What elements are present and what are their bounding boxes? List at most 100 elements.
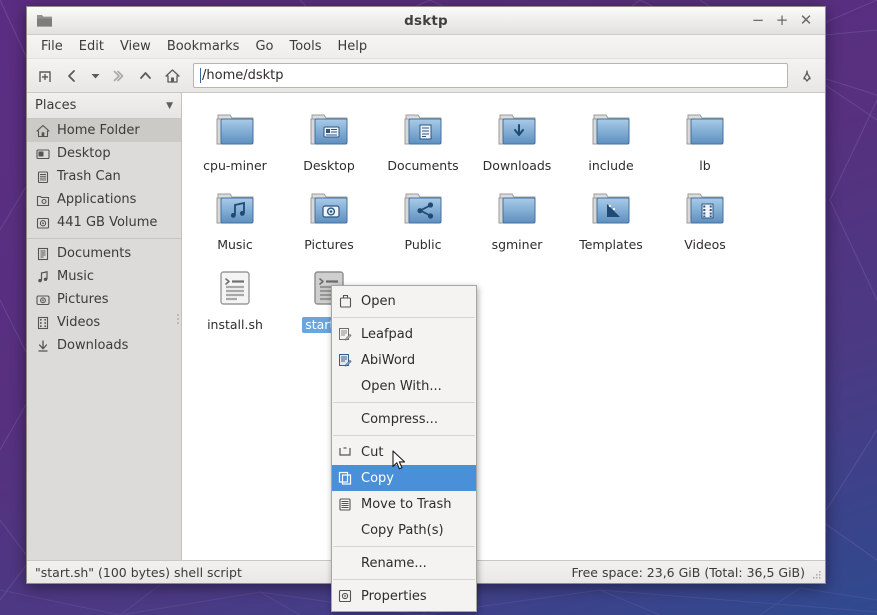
context-menu-item-label: Copy Path(s) [361,523,444,538]
menu-edit[interactable]: Edit [71,37,112,56]
sidebar-item-label: Videos [57,315,100,330]
document-icon [35,246,51,262]
context-menu-item-compress[interactable]: Compress... [332,406,476,432]
folder-icon [587,184,635,232]
parent-folder-icon[interactable] [133,64,157,88]
file-item-lb[interactable]: lb [658,101,752,180]
window-resize-grip[interactable] [812,570,822,580]
home-icon [35,123,51,139]
context-menu-item-label: Compress... [361,412,438,427]
context-menu-item-open[interactable]: Open [332,288,476,314]
down-arrow-icon[interactable] [795,64,819,88]
status-selection-info: "start.sh" (100 bytes) shell script [35,565,242,580]
menu-bookmarks[interactable]: Bookmarks [159,37,248,56]
context-menu-item-abiword[interactable]: AbiWord [332,347,476,373]
context-menu-item-cut[interactable]: Cut [332,439,476,465]
context-menu-item-move-to-trash[interactable]: Move to Trash [332,491,476,517]
file-name: Public [402,237,445,253]
context-menu-divider [333,402,475,403]
sidebar-resize-grip[interactable] [176,308,180,330]
chevron-down-icon[interactable]: ▼ [166,101,173,111]
sidebar-item-downloads[interactable]: Downloads [27,334,181,357]
trash-icon [336,496,354,512]
home-icon[interactable] [160,64,184,88]
menu-tools[interactable]: Tools [281,37,329,56]
toolbar: /home/dsktp [27,59,825,93]
back-icon[interactable] [60,64,84,88]
places-header-label: Places [35,98,76,113]
file-name: Downloads [480,158,555,174]
sidebar-item-videos[interactable]: Videos [27,311,181,334]
maximize-button[interactable]: + [771,11,793,31]
context-menu-item-label: Cut [361,445,383,460]
folder-icon [587,105,635,153]
context-menu-item-label: Move to Trash [361,497,452,512]
desktop-icon [35,146,51,162]
menu-file[interactable]: File [33,37,71,56]
file-name: include [585,158,636,174]
context-menu-item-open-with[interactable]: Open With... [332,373,476,399]
context-menu-item-copy[interactable]: Copy [332,465,476,491]
sidebar-item-music[interactable]: Music [27,265,181,288]
file-name: Pictures [301,237,357,253]
context-menu-item-label: Open [361,294,396,309]
context-menu-item-copy-paths[interactable]: Copy Path(s) [332,517,476,543]
trash-icon [35,169,51,185]
file-item-downloads[interactable]: Downloads [470,101,564,180]
context-menu-item-properties[interactable]: Properties [332,583,476,609]
new-tab-icon[interactable] [33,64,57,88]
file-name: Music [214,237,256,253]
cut-icon [336,444,354,460]
sidebar-item-label: Trash Can [57,169,121,184]
places-sidebar: Places ▼ Home Folder Desktop Trash C [27,93,182,560]
menu-view[interactable]: View [112,37,159,56]
file-list-area[interactable]: cpu-miner Desktop [182,93,825,560]
history-dropdown-icon[interactable] [87,64,103,88]
close-button[interactable]: ✕ [795,11,817,31]
status-free-space: Free space: 23,6 GiB (Total: 36,5 GiB) [571,565,817,580]
context-menu-item-leafpad[interactable]: Leafpad [332,321,476,347]
context-menu: Open Leafpad AbiWord Open With... Compre… [331,285,477,612]
file-item-install-sh[interactable]: install.sh [188,260,282,339]
applications-icon [35,192,51,208]
sidebar-item-441-gb-volume[interactable]: 441 GB Volume [27,211,181,234]
pictures-icon [35,292,51,308]
file-item-include[interactable]: include [564,101,658,180]
menu-go[interactable]: Go [247,37,281,56]
window-title: dsktp [27,13,825,29]
file-name: Desktop [300,158,358,174]
file-item-documents[interactable]: Documents [376,101,470,180]
folder-icon [305,184,353,232]
minimize-button[interactable]: − [747,11,769,31]
sidebar-item-applications[interactable]: Applications [27,188,181,211]
window-controls: − + ✕ [747,11,825,31]
folder-icon [493,184,541,232]
places-header[interactable]: Places ▼ [27,93,181,119]
sidebar-item-label: Pictures [57,292,108,307]
copy-icon [336,470,354,486]
file-item-cpu-miner[interactable]: cpu-miner [188,101,282,180]
sidebar-item-label: Documents [57,246,131,261]
menu-help[interactable]: Help [330,37,376,56]
file-name: cpu-miner [200,158,270,174]
sidebar-item-documents[interactable]: Documents [27,242,181,265]
sidebar-item-desktop[interactable]: Desktop [27,142,181,165]
forward-icon[interactable] [106,64,130,88]
sidebar-item-pictures[interactable]: Pictures [27,288,181,311]
icon-grid: cpu-miner Desktop [188,101,821,339]
context-menu-item-rename[interactable]: Rename... [332,550,476,576]
no-icon [336,522,354,538]
window-titlebar[interactable]: dsktp − + ✕ [27,7,825,35]
sidebar-item-label: Home Folder [57,123,140,138]
sidebar-item-trash-can[interactable]: Trash Can [27,165,181,188]
file-item-sgminer[interactable]: sgminer [470,180,564,259]
file-item-pictures[interactable]: Pictures [282,180,376,259]
sidebar-item-home-folder[interactable]: Home Folder [27,119,181,142]
path-input[interactable]: /home/dsktp [193,63,788,88]
file-item-music[interactable]: Music [188,180,282,259]
file-item-templates[interactable]: Templates [564,180,658,259]
file-item-desktop[interactable]: Desktop [282,101,376,180]
music-icon [35,269,51,285]
file-item-videos[interactable]: Videos [658,180,752,259]
file-item-public[interactable]: Public [376,180,470,259]
